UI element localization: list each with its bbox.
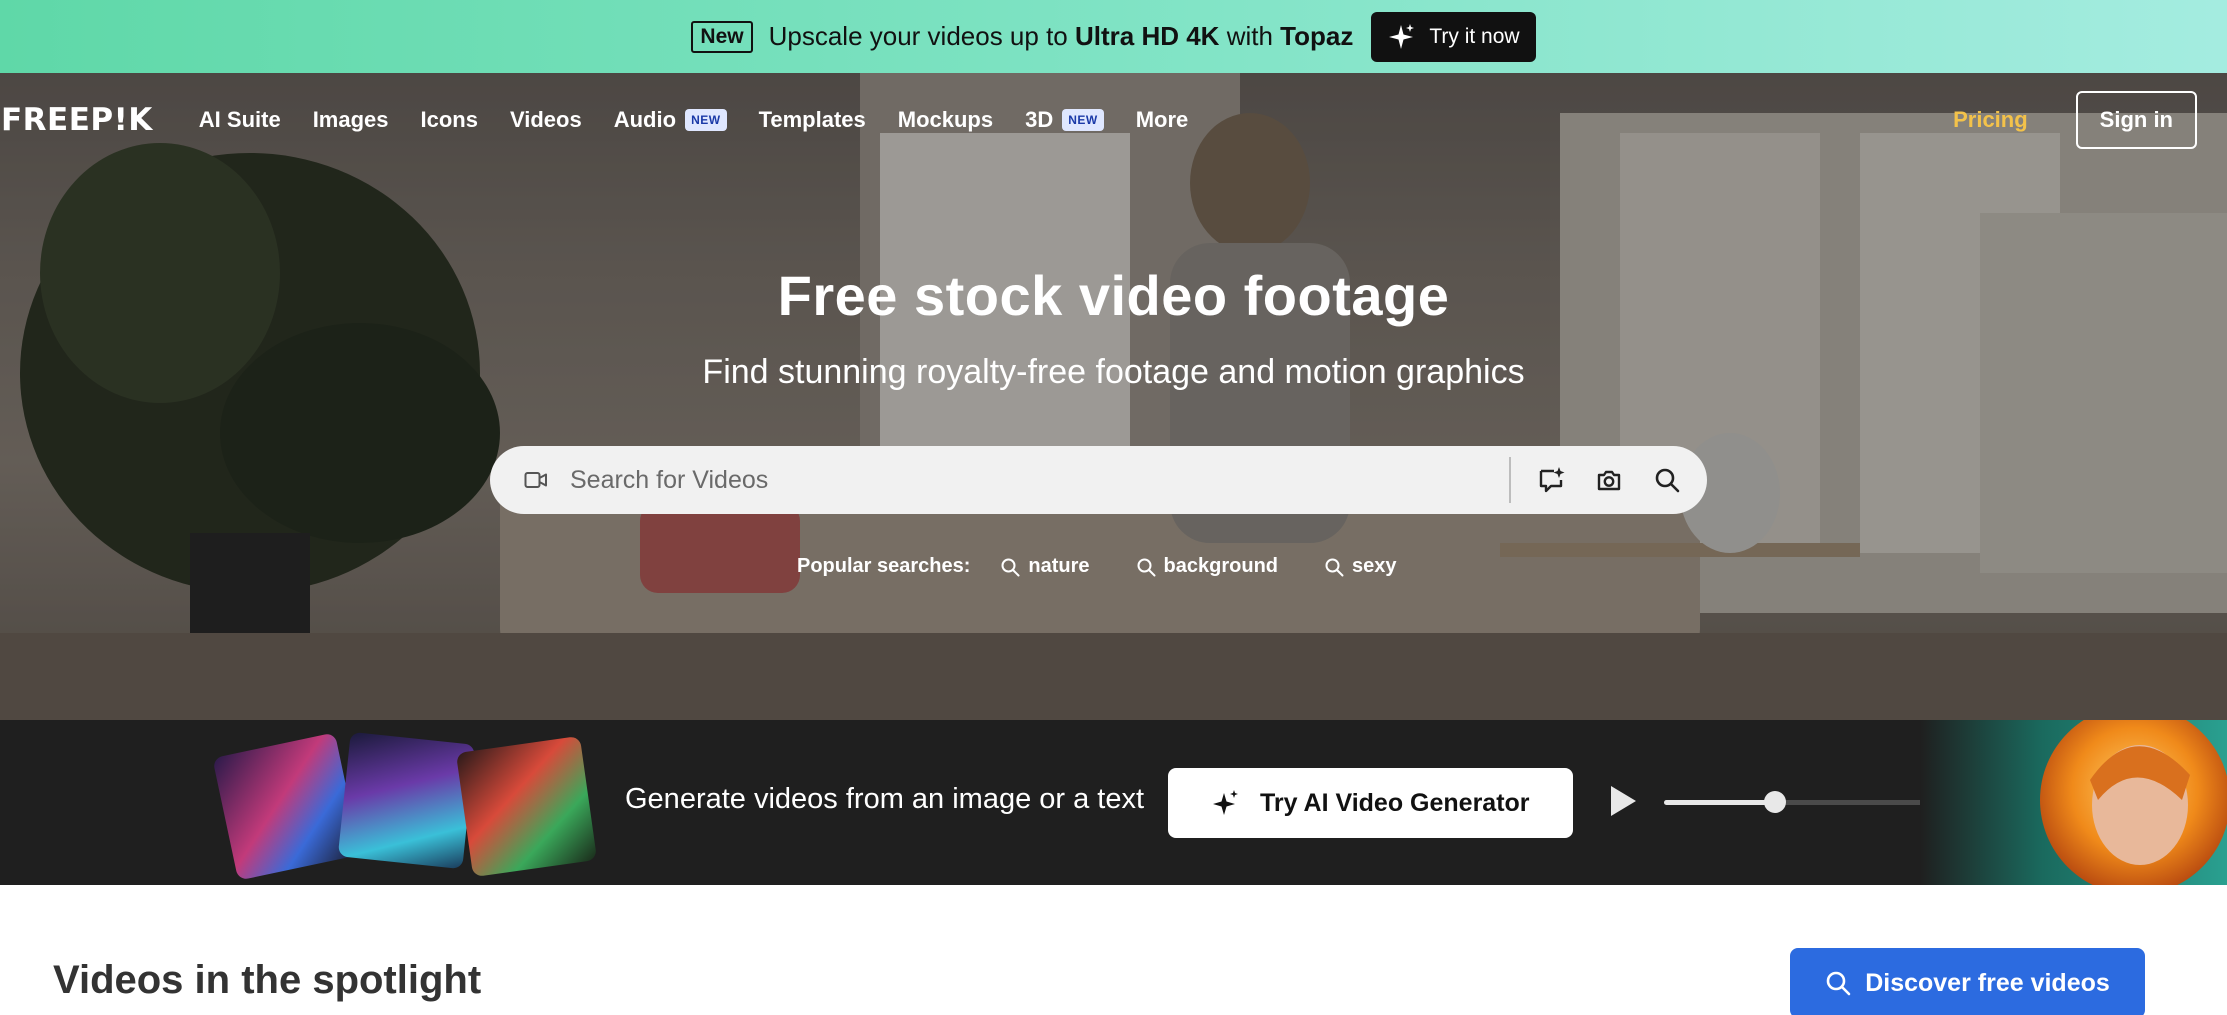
ai-thumbnails xyxy=(212,731,598,881)
search-submit-button[interactable] xyxy=(1649,462,1685,498)
promo-text: Upscale your videos up to Ultra HD 4K wi… xyxy=(768,21,1354,51)
try-ai-video-generator-button[interactable]: Try AI Video Generator xyxy=(1168,768,1573,838)
video-camera-icon xyxy=(524,470,548,490)
ai-thumbnail xyxy=(212,732,361,881)
hero-overlay xyxy=(0,73,2227,720)
main-nav: FREEP!K AI Suite Images Icons Videos Aud… xyxy=(0,73,2227,167)
nav-item-3d[interactable]: 3D NEW xyxy=(1025,107,1104,133)
search-icon xyxy=(1325,558,1344,576)
ai-thumbnail xyxy=(337,731,476,870)
page-title: Free stock video footage xyxy=(777,264,1450,327)
hero-section: FREEP!K AI Suite Images Icons Videos Aud… xyxy=(0,73,2227,720)
video-progress-fill xyxy=(1664,800,1775,805)
sparkle-icon xyxy=(1213,790,1238,815)
discover-button-label: Discover free videos xyxy=(1865,968,2110,997)
promo-banner: New Upscale your videos up to Ultra HD 4… xyxy=(0,0,2227,73)
ai-button-label: Try AI Video Generator xyxy=(1260,788,1530,817)
nav-item-more[interactable]: More xyxy=(1136,107,1189,133)
nav-item-audio[interactable]: Audio NEW xyxy=(614,107,727,133)
ai-video-promo-strip: Generate videos from an image or a text … xyxy=(0,720,2227,885)
ai-portrait-photo xyxy=(1920,720,2227,885)
nav-item-templates[interactable]: Templates xyxy=(759,107,866,133)
discover-free-videos-button[interactable]: Discover free videos xyxy=(1790,948,2145,1015)
try-it-now-label: Try it now xyxy=(1429,24,1520,48)
ai-search-button[interactable] xyxy=(1533,462,1569,498)
freepik-logo[interactable]: FREEP!K xyxy=(1,102,153,138)
sparkle-icon xyxy=(1389,23,1415,49)
popular-tag-sexy[interactable]: sexy xyxy=(1324,555,1397,578)
search-divider xyxy=(1509,457,1511,503)
search-icon xyxy=(1001,558,1020,576)
nav-item-ai-suite[interactable]: AI Suite xyxy=(199,107,281,133)
search-input[interactable] xyxy=(570,465,1509,495)
pricing-link[interactable]: Pricing xyxy=(1953,107,2028,133)
try-it-now-button[interactable]: Try it now xyxy=(1371,11,1536,62)
ai-thumbnail xyxy=(455,735,598,878)
image-search-button[interactable] xyxy=(1591,462,1627,498)
ai-chat-sparkle-icon xyxy=(1539,467,1565,493)
popular-searches-label: Popular searches: xyxy=(797,555,971,577)
camera-icon xyxy=(1597,470,1621,491)
nav-item-images[interactable]: Images xyxy=(313,107,389,133)
ai-strip-text: Generate videos from an image or a text xyxy=(625,783,1145,815)
new-badge: NEW xyxy=(1062,109,1104,131)
search-icon xyxy=(1826,971,1851,996)
page-subtitle: Find stunning royalty-free footage and m… xyxy=(702,353,1525,391)
sign-in-button[interactable]: Sign in xyxy=(2075,91,2197,149)
nav-item-mockups[interactable]: Mockups xyxy=(898,107,993,133)
play-icon[interactable] xyxy=(1608,784,1638,818)
search-icon xyxy=(1655,468,1680,493)
popular-searches: Popular searches: nature background sexy xyxy=(797,555,1443,578)
search-bar xyxy=(490,446,1707,514)
spotlight-title: Videos in the spotlight xyxy=(53,958,482,1002)
popular-tag-nature[interactable]: nature xyxy=(1000,555,1090,578)
new-badge: NEW xyxy=(685,109,727,131)
promo-new-badge: New xyxy=(691,20,753,53)
search-icon xyxy=(1137,558,1156,576)
nav-item-icons[interactable]: Icons xyxy=(421,107,478,133)
video-progress-handle[interactable] xyxy=(1763,791,1786,813)
nav-item-videos[interactable]: Videos xyxy=(510,107,582,133)
popular-tag-background[interactable]: background xyxy=(1136,555,1278,578)
